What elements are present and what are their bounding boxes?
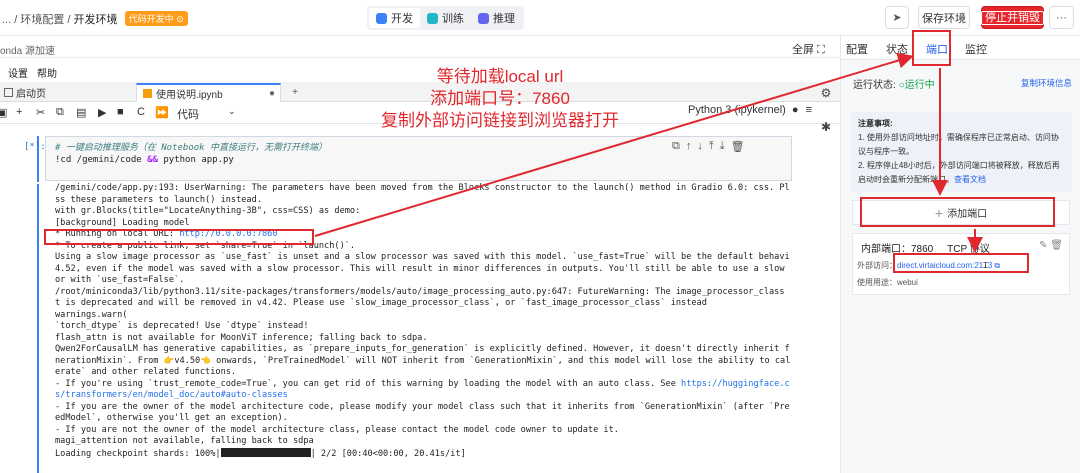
annotation-arrows: [314, 52, 983, 253]
arrow-to-ports-tab: [314, 52, 914, 237]
